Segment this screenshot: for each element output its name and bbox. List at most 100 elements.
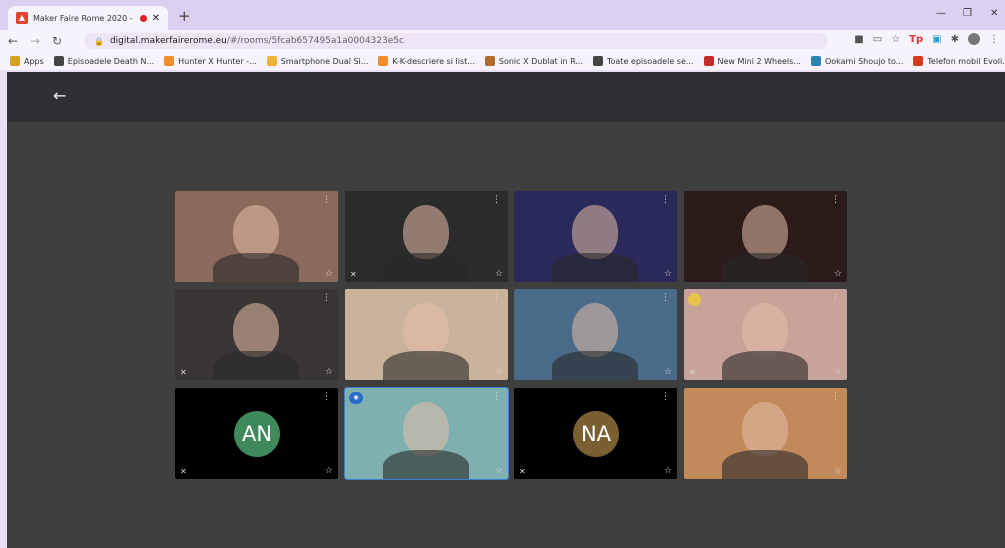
participant-tile-9[interactable]: AN ⋮ ☆ ✕ <box>175 388 338 479</box>
more-options-icon[interactable]: ⋮ <box>831 195 840 205</box>
participant-video-feed <box>572 303 618 357</box>
participant-tile-3[interactable]: ⋮ ☆ <box>514 191 677 282</box>
forward-button[interactable]: → <box>26 34 44 48</box>
participant-tile-2[interactable]: ⋮ ☆ ✕ <box>345 191 508 282</box>
more-options-icon[interactable]: ⋮ <box>492 293 501 303</box>
minimize-window-button[interactable]: — <box>936 8 946 19</box>
participant-tile-5[interactable]: ⋮ ☆ ✕ <box>175 289 338 380</box>
pin-star-icon[interactable]: ☆ <box>495 269 503 279</box>
more-options-icon[interactable]: ⋮ <box>492 195 501 205</box>
back-button[interactable]: ← <box>4 34 22 48</box>
more-options-icon[interactable]: ⋮ <box>831 293 840 303</box>
mic-muted-icon: ✕ <box>350 270 357 279</box>
participant-tile-7[interactable]: ⋮ ☆ <box>514 289 677 380</box>
pin-star-icon[interactable]: ☆ <box>834 269 842 279</box>
participant-tile-1[interactable]: ⋮ ☆ <box>175 191 338 282</box>
participant-avatar: NA <box>573 411 619 457</box>
participant-video-feed <box>403 205 449 259</box>
bookmark-item[interactable]: Hunter X Hunter -... <box>164 56 257 66</box>
address-bar[interactable]: 🔒 digital.makerfairerome.eu/#/rooms/5fca… <box>84 33 828 49</box>
lock-icon: 🔒 <box>94 36 104 46</box>
extensions-area: ■ ▭ ☆ Tp ▣ ✱ ⋮ <box>854 33 999 45</box>
puzzle-icon[interactable]: ✱ <box>951 34 959 45</box>
participant-tile-4[interactable]: ⋮ ☆ <box>684 191 847 282</box>
profile-avatar[interactable] <box>968 33 980 45</box>
bookmark-item[interactable]: New Mini 2 Wheels... <box>703 56 801 66</box>
speaker-badge-icon: ◉ <box>349 392 363 404</box>
tab-strip: ▲ Maker Faire Rome 2020 - Di ✕ + — ❐ ✕ <box>0 0 1005 30</box>
participant-video-body <box>213 351 299 380</box>
participant-video-body <box>552 253 638 282</box>
pin-star-icon[interactable]: ☆ <box>325 466 333 476</box>
mic-muted-icon: ✕ <box>519 467 526 476</box>
mic-muted-icon: ✕ <box>180 467 187 476</box>
menu-icon[interactable]: ⋮ <box>989 34 999 45</box>
maker-faire-logo-icon: ▲ <box>16 12 28 24</box>
participant-tile-6[interactable]: ⋮ ☆ <box>345 289 508 380</box>
e-icon <box>913 56 924 66</box>
more-options-icon[interactable]: ⋮ <box>322 195 331 205</box>
meeting-room: ← ⋮ ☆ ⋮ ☆ ✕ ⋮ ☆ ⋮ ☆ ⋮ ☆ ✕ ⋮ ☆ ⋮ ☆ ⋮ ☆ ✕ AN ⋮ ☆ ✕ ⋮ ☆ ◉ NA ⋮ ☆ ✕ ⋮ ☆ <box>7 72 1005 548</box>
pin-star-icon[interactable]: ☆ <box>325 269 333 279</box>
camera-icon[interactable]: ■ <box>854 34 863 45</box>
participant-video-body <box>722 253 808 282</box>
extension-tp-icon[interactable]: Tp <box>909 34 923 45</box>
more-options-icon[interactable]: ⋮ <box>322 293 331 303</box>
close-window-button[interactable]: ✕ <box>990 8 998 19</box>
participant-tile-11[interactable]: NA ⋮ ☆ ✕ <box>514 388 677 479</box>
arrow-left-icon[interactable]: ← <box>53 86 66 105</box>
url-path: /#/rooms/5fcab657495a1a0004323e5c <box>226 36 404 46</box>
bookmark-item[interactable]: Apps <box>10 56 44 66</box>
participant-tile-8[interactable]: ⋮ ☆ ✕ <box>684 289 847 380</box>
pin-star-icon[interactable]: ☆ <box>834 367 842 377</box>
more-options-icon[interactable]: ⋮ <box>661 293 670 303</box>
globe-icon <box>53 56 64 66</box>
more-options-icon[interactable]: ⋮ <box>661 392 670 402</box>
bookmark-star-icon[interactable]: ☆ <box>891 34 900 45</box>
participant-video-feed <box>233 303 279 357</box>
more-options-icon[interactable]: ⋮ <box>661 195 670 205</box>
browser-tab[interactable]: ▲ Maker Faire Rome 2020 - Di ✕ <box>8 6 168 30</box>
pin-star-icon[interactable]: ☆ <box>325 367 333 377</box>
bookmark-label: Hunter X Hunter -... <box>178 56 257 66</box>
bookmark-item[interactable]: Toate episoadele se... <box>592 56 694 66</box>
bookmark-item[interactable]: Ookami Shoujo to... <box>810 56 903 66</box>
apps-grid-icon <box>10 56 20 66</box>
participant-tile-10[interactable]: ⋮ ☆ ◉ <box>344 387 509 480</box>
blogger-icon <box>378 56 389 66</box>
participant-video-feed <box>742 303 788 357</box>
participant-video-body <box>722 351 808 380</box>
pin-star-icon[interactable]: ☆ <box>664 269 672 279</box>
reload-button[interactable]: ↻ <box>48 34 66 48</box>
close-tab-icon[interactable]: ✕ <box>152 13 160 24</box>
participant-tile-12[interactable]: ⋮ ☆ <box>684 388 847 479</box>
pin-star-icon[interactable]: ☆ <box>495 466 503 476</box>
pin-star-icon[interactable]: ☆ <box>664 367 672 377</box>
participant-video-body <box>383 253 469 282</box>
extension-translate-icon[interactable]: ▣ <box>932 34 941 45</box>
bookmark-item[interactable]: Episoadele Death N... <box>53 56 154 66</box>
cast-icon[interactable]: ▭ <box>873 34 882 45</box>
restore-window-button[interactable]: ❐ <box>963 8 972 19</box>
status-badge-icon <box>688 293 701 306</box>
bookmark-item[interactable]: Telefon mobil Evoli... <box>913 56 1005 66</box>
participant-video-body <box>722 450 808 479</box>
bookmark-item[interactable]: K-K-descriere si list... <box>378 56 475 66</box>
bookmark-label: Smartphone Dual Si... <box>280 56 369 66</box>
pin-star-icon[interactable]: ☆ <box>664 466 672 476</box>
new-tab-button[interactable]: + <box>178 7 191 25</box>
globe-icon <box>592 56 603 66</box>
filter-icon <box>810 56 821 66</box>
pin-star-icon[interactable]: ☆ <box>834 466 842 476</box>
participant-video-body <box>213 253 299 282</box>
blogger-icon <box>164 56 175 66</box>
pin-star-icon[interactable]: ☆ <box>495 367 503 377</box>
more-options-icon[interactable]: ⋮ <box>492 392 501 402</box>
more-options-icon[interactable]: ⋮ <box>322 392 331 402</box>
bookmark-item[interactable]: Smartphone Dual Si... <box>266 56 369 66</box>
bookmark-label: K-K-descriere si list... <box>392 56 475 66</box>
participant-video-body <box>552 351 638 380</box>
more-options-icon[interactable]: ⋮ <box>831 392 840 402</box>
mic-muted-icon: ✕ <box>689 368 696 377</box>
bookmark-item[interactable]: Sonic X Dublat in R... <box>484 56 583 66</box>
